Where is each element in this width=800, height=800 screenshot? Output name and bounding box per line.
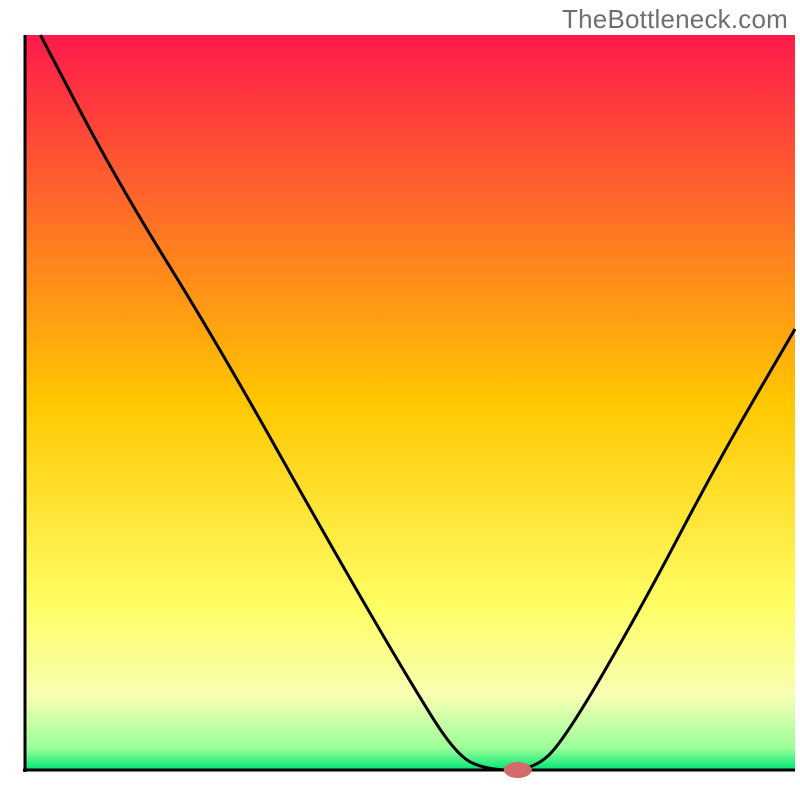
gradient-background xyxy=(25,35,795,770)
optimal-marker xyxy=(504,762,532,778)
bottleneck-chart xyxy=(0,0,800,800)
chart-frame: TheBottleneck.com xyxy=(0,0,800,800)
watermark-text: TheBottleneck.com xyxy=(562,4,788,35)
